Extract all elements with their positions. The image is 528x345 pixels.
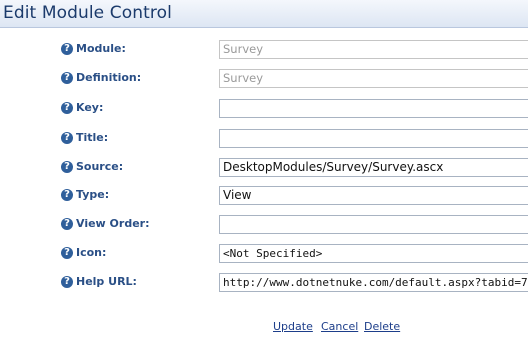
title-label: Title: xyxy=(76,131,109,144)
help-icon[interactable]: ? xyxy=(61,247,73,259)
page-title: Edit Module Control xyxy=(3,3,172,23)
update-link[interactable]: Update xyxy=(273,320,313,333)
source-select[interactable]: DesktopModules/Survey/Survey.ascx xyxy=(219,158,528,177)
view-order-row: ? View Order: xyxy=(0,215,528,237)
help-icon[interactable]: ? xyxy=(61,72,73,84)
type-label: Type: xyxy=(76,188,110,201)
help-url-label: Help URL: xyxy=(76,275,137,288)
cancel-link[interactable]: Cancel xyxy=(321,320,358,333)
icon-label: Icon: xyxy=(76,246,107,259)
help-icon[interactable]: ? xyxy=(61,102,73,114)
delete-link[interactable]: Delete xyxy=(364,320,400,333)
view-order-input[interactable] xyxy=(219,215,528,234)
icon-select[interactable]: <Not Specified> xyxy=(219,244,528,263)
help-icon[interactable]: ? xyxy=(61,132,73,144)
definition-field: Survey xyxy=(219,69,528,88)
key-input[interactable] xyxy=(219,99,528,118)
module-row: ? Module: Survey xyxy=(0,40,528,62)
title-input[interactable] xyxy=(219,129,528,148)
help-icon[interactable]: ? xyxy=(61,189,73,201)
type-row: ? Type: View xyxy=(0,186,528,208)
source-row: ? Source: DesktopModules/Survey/Survey.a… xyxy=(0,158,528,180)
key-row: ? Key: xyxy=(0,99,528,121)
page-header: Edit Module Control xyxy=(0,0,528,28)
help-icon[interactable]: ? xyxy=(61,43,73,55)
title-row: ? Title: xyxy=(0,129,528,151)
icon-row: ? Icon: <Not Specified> xyxy=(0,244,528,266)
help-icon[interactable]: ? xyxy=(61,161,73,173)
help-icon[interactable]: ? xyxy=(61,276,73,288)
type-select[interactable]: View xyxy=(219,186,528,205)
source-label: Source: xyxy=(76,160,124,173)
definition-row: ? Definition: Survey xyxy=(0,69,528,91)
key-label: Key: xyxy=(76,101,104,114)
definition-label: Definition: xyxy=(76,71,142,84)
help-url-input[interactable]: http://www.dotnetnuke.com/default.aspx?t… xyxy=(219,273,528,292)
help-icon[interactable]: ? xyxy=(61,218,73,230)
help-url-row: ? Help URL: http://www.dotnetnuke.com/de… xyxy=(0,273,528,295)
view-order-label: View Order: xyxy=(76,217,150,230)
module-label: Module: xyxy=(76,42,126,55)
module-field: Survey xyxy=(219,40,528,59)
